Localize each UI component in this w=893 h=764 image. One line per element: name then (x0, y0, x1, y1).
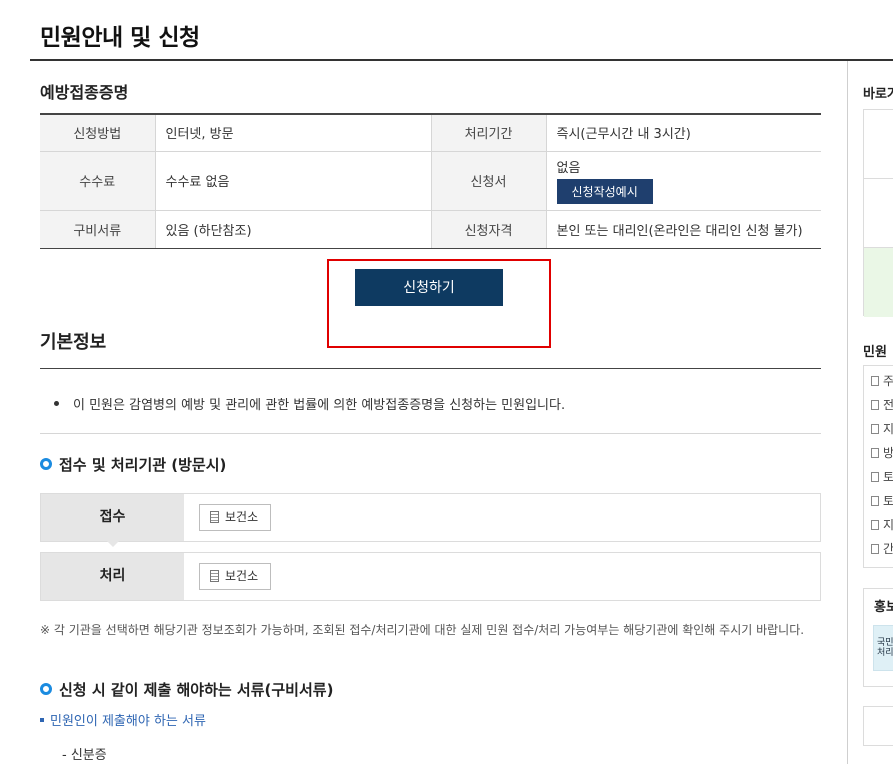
sidebar-promo-title: 홍보 (874, 600, 893, 615)
value-method: 인터넷, 방문 (155, 114, 432, 152)
sidebar-list: 주 전 지 방 토 토 지 간 (863, 365, 893, 568)
promo-banner[interactable]: 국민 처리 (873, 625, 893, 671)
document-icon (871, 423, 879, 434)
agencies-heading: 접수 및 처리기관 (방문시) (40, 454, 226, 475)
basic-info-heading: 기본정보 (40, 332, 107, 353)
section-divider (40, 368, 821, 369)
agency-label-receipt: 접수 (41, 494, 184, 541)
building-icon (210, 569, 219, 582)
circle-bullet-icon (40, 457, 52, 470)
documents-link-label: 민원인이 제출해야 하는 서류 (50, 714, 206, 729)
value-period: 즉시(근무시간 내 3시간) (546, 114, 821, 152)
table-row: 수수료 수수료 없음 신청서 없음 신청작성예시 (40, 151, 821, 211)
documents-title: 신청 시 같이 제출 해야하는 서류(구비서류) (59, 681, 334, 699)
row-label-form: 신청서 (431, 151, 547, 211)
sidebar-list-item[interactable]: 전 (871, 396, 893, 413)
document-icon (871, 399, 879, 410)
table-row: 신청방법 인터넷, 방문 처리기간 즉시(근무시간 내 3시간) (40, 114, 821, 152)
circle-bullet-icon (40, 682, 52, 695)
bullet-icon (54, 401, 59, 406)
documents-heading: 신청 시 같이 제출 해야하는 서류(구비서류) (40, 679, 333, 700)
document-icon (871, 495, 879, 506)
agency-row-processing: 처리 보건소 (40, 552, 821, 601)
agency-label-processing: 처리 (41, 553, 184, 600)
title-divider (30, 59, 893, 61)
row-label-fee: 수수료 (40, 151, 156, 211)
sidebar-quicklink-highlight[interactable] (864, 247, 893, 317)
service-name: 예방접종증명 (40, 83, 129, 102)
agencies-title: 접수 및 처리기관 (방문시) (59, 456, 227, 474)
value-fee: 수수료 없음 (155, 151, 432, 211)
service-summary-table: 신청방법 인터넷, 방문 처리기간 즉시(근무시간 내 3시간) 수수료 수수료… (40, 113, 821, 249)
basic-info-description: 이 민원은 감염병의 예방 및 관리에 관한 법률에 의한 예방접종증명을 신청… (73, 398, 566, 413)
sidebar-promo: 홍보 국민 처리 (863, 588, 893, 687)
sidebar-list-item[interactable]: 방 (871, 444, 893, 461)
sidebar-quicklink-box[interactable] (863, 109, 893, 317)
value-documents: 있음 (하단참조) (155, 210, 432, 249)
sidebar-list-item[interactable]: 지 (871, 516, 893, 533)
page-title: 민원안내 및 신청 (40, 25, 200, 51)
document-icon (871, 471, 879, 482)
document-icon (871, 543, 879, 554)
agency-processing-button[interactable]: 보건소 (199, 563, 272, 590)
sidebar-quicklink-title: 바로가 (863, 87, 893, 102)
form-sample-button[interactable]: 신청작성예시 (556, 179, 653, 204)
documents-link[interactable]: 민원인이 제출해야 하는 서류 (40, 710, 206, 729)
arrow-down-icon (107, 541, 119, 547)
row-label-period: 처리기간 (431, 114, 547, 152)
value-eligibility: 본인 또는 대리인(온라인은 대리인 신청 불가) (546, 210, 821, 249)
sidebar-list-item[interactable]: 주 (871, 372, 893, 389)
sidebar-list-title: 민원 (863, 345, 887, 360)
sidebar-list-item[interactable]: 지 (871, 420, 893, 437)
square-bullet-icon (40, 717, 44, 722)
row-label-eligibility: 신청자격 (431, 210, 547, 249)
apply-button[interactable]: 신청하기 (355, 269, 503, 306)
row-label-method: 신청방법 (40, 114, 156, 152)
document-item: - 신분증 (62, 748, 107, 763)
sidebar-list-item[interactable]: 토 (871, 492, 893, 509)
building-icon (210, 510, 219, 523)
sidebar-divider (847, 61, 848, 764)
sidebar-extra-box[interactable] (863, 706, 893, 746)
document-icon (871, 375, 879, 386)
document-icon (871, 519, 879, 530)
value-form: 없음 (556, 161, 581, 176)
agency-receipt-button[interactable]: 보건소 (199, 504, 272, 531)
sidebar-list-item[interactable]: 간 (871, 540, 893, 557)
agency-note: ※ 각 기관을 선택하면 해당기관 정보조회가 가능하며, 조회된 접수/처리기… (40, 623, 805, 637)
agency-row-receipt: 접수 보건소 (40, 493, 821, 547)
value-form-cell: 없음 신청작성예시 (546, 151, 821, 211)
row-label-documents: 구비서류 (40, 210, 156, 249)
agency-processing-name: 보건소 (225, 569, 259, 583)
sidebar-list-item[interactable]: 토 (871, 468, 893, 485)
agency-receipt-name: 보건소 (225, 510, 259, 524)
table-row: 구비서류 있음 (하단참조) 신청자격 본인 또는 대리인(온라인은 대리인 신… (40, 210, 821, 249)
section-divider (40, 433, 821, 434)
basic-info-text: 이 민원은 감염병의 예방 및 관리에 관한 법률에 의한 예방접종증명을 신청… (54, 394, 565, 413)
document-icon (871, 447, 879, 458)
